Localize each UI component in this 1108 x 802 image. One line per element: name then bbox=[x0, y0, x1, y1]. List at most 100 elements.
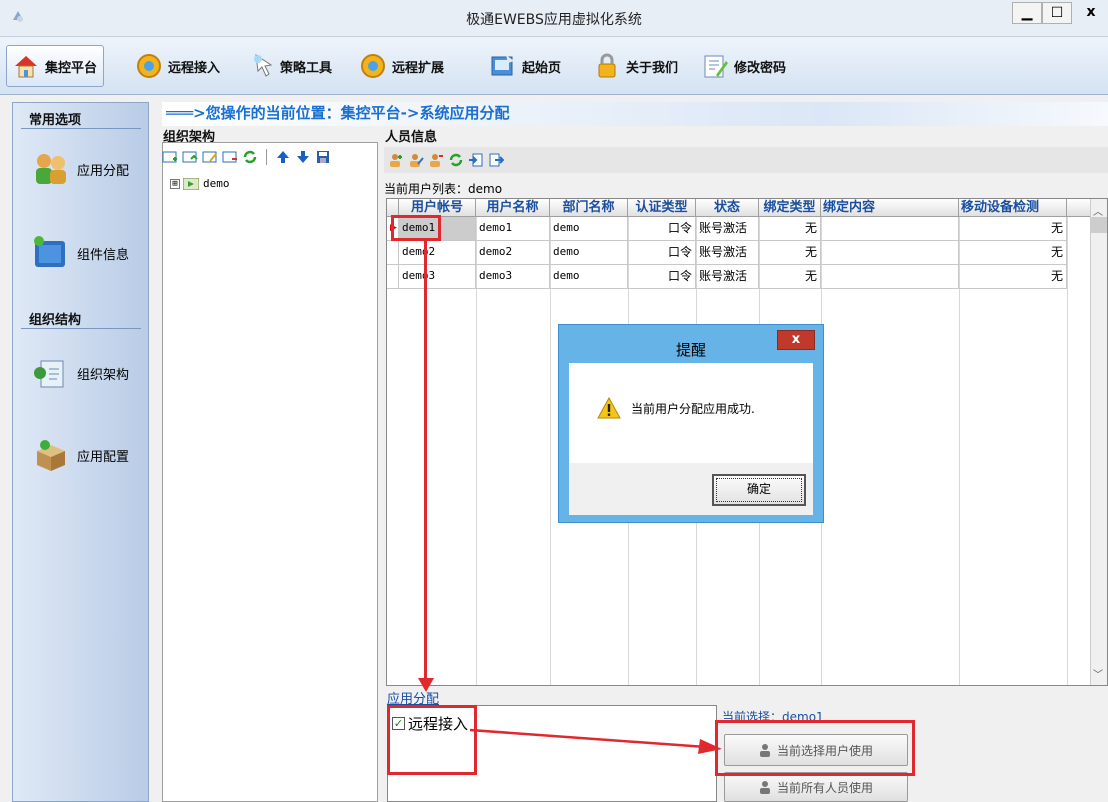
scroll-down-icon[interactable]: ﹀ bbox=[1093, 666, 1103, 681]
sidebar-item-component-info[interactable]: 组件信息 bbox=[31, 235, 129, 271]
move-up-icon[interactable] bbox=[275, 149, 291, 165]
cell-status[interactable]: 账号激活 bbox=[696, 241, 759, 265]
window-title: 极通EWEBS应用虚拟化系统 bbox=[466, 12, 642, 28]
org-tree-panel bbox=[162, 142, 378, 802]
main-toolbar: 集控平台 远程接入 策略工具 远程扩展 起始页 关于我们 修改密码 bbox=[0, 38, 1108, 95]
vertical-scrollbar[interactable]: ︿ ﹀ bbox=[1090, 199, 1107, 685]
folder-icon bbox=[34, 236, 65, 267]
sidebar-item-label: 组织架构 bbox=[77, 367, 130, 383]
annotation-arrow bbox=[470, 728, 722, 754]
highlight-box bbox=[391, 215, 441, 241]
toolbar-item-control-platform[interactable]: 集控平台 bbox=[6, 45, 105, 87]
toolbar-item-about-us[interactable]: 关于我们 bbox=[592, 45, 678, 87]
edit-user-icon[interactable] bbox=[408, 152, 424, 168]
sidebar-item-app-config[interactable]: 应用配置 bbox=[31, 437, 129, 473]
delete-node-icon[interactable] bbox=[222, 149, 238, 165]
cell-account[interactable]: demo2 bbox=[399, 241, 476, 265]
column-header-filler bbox=[1067, 199, 1091, 217]
pointer-icon bbox=[254, 53, 273, 77]
ok-button[interactable]: 确定 bbox=[712, 474, 806, 506]
toolbar-item-change-password[interactable]: 修改密码 bbox=[700, 45, 786, 87]
toolbar-item-remote-access[interactable]: 远程接入 bbox=[134, 45, 220, 87]
toolbar-item-policy-tools[interactable]: 策略工具 bbox=[246, 45, 332, 87]
cell-name[interactable]: demo3 bbox=[476, 265, 550, 289]
cell-mobile-check[interactable]: 无 bbox=[959, 217, 1067, 241]
assign-all-users-button[interactable]: 当前所有人员使用 bbox=[724, 772, 908, 802]
cell-auth[interactable]: 口令 bbox=[628, 241, 696, 265]
cell-dept[interactable]: demo bbox=[550, 241, 628, 265]
scroll-up-icon[interactable]: ︿ bbox=[1093, 203, 1103, 218]
cell-dept[interactable]: demo bbox=[550, 265, 628, 289]
button-label: 当前所有人员使用 bbox=[776, 780, 873, 795]
column-header[interactable]: 部门名称 bbox=[550, 199, 628, 217]
column-header[interactable]: 状态 bbox=[696, 199, 759, 217]
refresh-icon[interactable] bbox=[448, 152, 464, 168]
edit-password-icon bbox=[704, 55, 728, 78]
people-toolbar bbox=[384, 147, 1108, 173]
cell-bind-type[interactable]: 无 bbox=[759, 265, 821, 289]
import-icon[interactable] bbox=[182, 149, 198, 165]
dialog-close-button[interactable]: x bbox=[777, 330, 815, 350]
cell-auth[interactable]: 口令 bbox=[628, 217, 696, 241]
toolbar-label: 远程接入 bbox=[168, 60, 221, 76]
cell-auth[interactable]: 口令 bbox=[628, 265, 696, 289]
tree-expand-icon[interactable]: ⊞ bbox=[170, 178, 180, 189]
move-down-icon[interactable] bbox=[295, 149, 311, 165]
add-node-icon[interactable] bbox=[162, 149, 178, 165]
column-header[interactable]: 绑定内容 bbox=[821, 199, 959, 217]
people-info-title: 人员信息 bbox=[385, 130, 438, 145]
home-icon bbox=[15, 56, 37, 78]
cell-status[interactable]: 账号激活 bbox=[696, 265, 759, 289]
cell-bind-type[interactable]: 无 bbox=[759, 241, 821, 265]
column-header[interactable]: 绑定类型 bbox=[759, 199, 821, 217]
scrollbar-thumb[interactable] bbox=[1091, 217, 1107, 233]
alert-dialog: 提醒 x 当前用户分配应用成功. 确定 bbox=[558, 324, 824, 523]
dialog-message-row: 当前用户分配应用成功. bbox=[597, 397, 755, 419]
sidebar-section-org: 组织结构 bbox=[29, 313, 82, 328]
cell-bind-content[interactable] bbox=[821, 241, 959, 265]
column-header[interactable]: 用户名称 bbox=[476, 199, 550, 217]
cell-name[interactable]: demo2 bbox=[476, 241, 550, 265]
export-icon[interactable] bbox=[488, 152, 504, 168]
edit-node-icon[interactable] bbox=[202, 149, 218, 165]
delete-user-icon[interactable] bbox=[428, 152, 444, 168]
left-sidebar: 常用选项 应用分配 组件信息 组织结构 组织架构 应用配置 bbox=[12, 102, 149, 802]
sidebar-item-app-assign[interactable]: 应用分配 bbox=[31, 151, 129, 187]
sidebar-item-org-structure[interactable]: 组织架构 bbox=[31, 355, 129, 391]
cell-bind-type[interactable]: 无 bbox=[759, 217, 821, 241]
cell-bind-content[interactable] bbox=[821, 217, 959, 241]
cell-dept[interactable]: demo bbox=[550, 217, 628, 241]
tree-node-label: demo bbox=[203, 177, 230, 190]
dialog-body: 当前用户分配应用成功. bbox=[569, 363, 813, 463]
cell-bind-content[interactable] bbox=[821, 265, 959, 289]
minimize-button[interactable]: ▁ bbox=[1012, 2, 1042, 24]
annotation-arrow bbox=[424, 241, 427, 685]
toolbar-item-start-page[interactable]: 起始页 bbox=[488, 45, 561, 87]
org-toolbar bbox=[162, 147, 331, 167]
toolbar-label: 关于我们 bbox=[626, 60, 679, 76]
import-icon[interactable] bbox=[468, 152, 484, 168]
cell-status[interactable]: 账号激活 bbox=[696, 217, 759, 241]
warning-icon bbox=[597, 397, 621, 419]
user-icon bbox=[759, 781, 770, 794]
arrow-head-icon bbox=[418, 678, 434, 692]
cell-mobile-check[interactable]: 无 bbox=[959, 265, 1067, 289]
cell-name[interactable]: demo1 bbox=[476, 217, 550, 241]
tree-node-demo[interactable]: ⊞ demo bbox=[170, 177, 230, 190]
row-header bbox=[387, 265, 399, 289]
sidebar-item-label: 组件信息 bbox=[77, 247, 130, 263]
toolbar-item-remote-extend[interactable]: 远程扩展 bbox=[358, 45, 444, 87]
refresh-icon[interactable] bbox=[242, 149, 258, 165]
save-icon[interactable] bbox=[315, 149, 331, 165]
column-header[interactable]: 移动设备检测 bbox=[959, 199, 1067, 217]
sidebar-item-label: 应用分配 bbox=[77, 163, 130, 179]
add-user-icon[interactable] bbox=[388, 152, 404, 168]
close-button[interactable]: x bbox=[1076, 2, 1106, 24]
breadcrumb: ═══>您操作的当前位置：集控平台->系统应用分配 bbox=[162, 102, 1108, 126]
maximize-button[interactable]: ☐ bbox=[1042, 2, 1072, 24]
cell-mobile-check[interactable]: 无 bbox=[959, 241, 1067, 265]
sidebar-item-label: 应用配置 bbox=[77, 449, 130, 465]
column-header[interactable]: 认证类型 bbox=[628, 199, 696, 217]
toolbar-label: 修改密码 bbox=[734, 60, 787, 76]
cell-account[interactable]: demo3 bbox=[399, 265, 476, 289]
